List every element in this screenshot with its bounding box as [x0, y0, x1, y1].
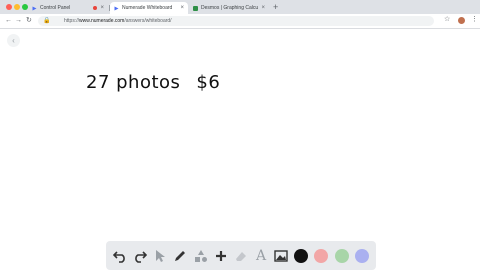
profile-avatar[interactable] — [458, 17, 465, 24]
url-host: www.numerade.com — [79, 18, 125, 24]
close-tab-icon[interactable]: × — [261, 5, 265, 11]
url-prefix: https:// — [64, 18, 80, 24]
tab-control-panel[interactable]: Control Panel × — [28, 2, 108, 14]
pen-icon[interactable] — [171, 247, 189, 265]
url-text: https://www.numerade.com/answers/whitebo… — [64, 16, 172, 26]
reload-icon[interactable]: ↻ — [26, 16, 32, 26]
url-path: /answers/whiteboard/ — [124, 18, 172, 24]
handwriting-line-1: 27 photos — [86, 72, 181, 93]
whiteboard-canvas[interactable] — [0, 29, 480, 272]
numerade-logo-icon — [32, 6, 37, 10]
cursor-icon[interactable] — [151, 247, 169, 265]
recording-dot-icon — [93, 6, 98, 10]
color-swatch-lavender[interactable] — [353, 247, 371, 265]
collapse-panel-button[interactable]: ‹ — [7, 34, 20, 47]
desmos-logo-icon — [193, 5, 198, 11]
browser-toolbar: ← → ↻ 🔒 https://www.numerade.com/answers… — [0, 14, 480, 29]
shapes-icon[interactable] — [192, 247, 210, 265]
chevron-left-icon: ‹ — [12, 36, 15, 45]
image-icon[interactable] — [272, 247, 290, 265]
whiteboard-toolbar: A — [106, 241, 376, 270]
handwriting-line-2: $6 — [196, 72, 221, 93]
bookmark-star-icon[interactable]: ☆ — [444, 15, 450, 25]
tab-label: Desmos | Graphing Calculator — [201, 5, 259, 11]
browser-tab-bar: Control Panel × Numerade Whiteboard × De… — [0, 0, 480, 14]
address-bar[interactable]: 🔒 https://www.numerade.com/answers/white… — [38, 16, 434, 26]
tab-desmos[interactable]: Desmos | Graphing Calculator × — [189, 2, 269, 14]
close-window-button[interactable] — [6, 4, 12, 10]
tab-numerade-whiteboard[interactable]: Numerade Whiteboard × — [110, 2, 188, 14]
forward-arrow-icon[interactable]: → — [15, 16, 22, 26]
tab-label: Control Panel — [40, 5, 71, 11]
redo-icon[interactable] — [131, 247, 149, 265]
new-tab-button[interactable]: + — [273, 2, 278, 12]
eraser-icon[interactable] — [232, 247, 250, 265]
color-swatch-green[interactable] — [333, 247, 351, 265]
back-arrow-icon[interactable]: ← — [5, 16, 12, 26]
minimize-window-button[interactable] — [14, 4, 20, 10]
text-icon[interactable]: A — [252, 247, 270, 265]
close-tab-icon[interactable]: × — [180, 5, 184, 11]
text-tool-glyph: A — [255, 247, 267, 264]
handwritten-text: 27 photos $6 — [86, 72, 236, 93]
close-tab-icon[interactable]: × — [100, 5, 104, 11]
tab-label: Numerade Whiteboard — [122, 5, 173, 11]
plus-icon[interactable] — [212, 247, 230, 265]
numerade-logo-icon — [114, 6, 119, 10]
color-swatch-black[interactable] — [292, 247, 310, 265]
undo-icon[interactable] — [111, 247, 129, 265]
lock-icon: 🔒 — [43, 18, 51, 24]
color-swatch-pink[interactable] — [312, 247, 330, 265]
browser-menu-icon[interactable]: ⋮ — [471, 15, 478, 25]
